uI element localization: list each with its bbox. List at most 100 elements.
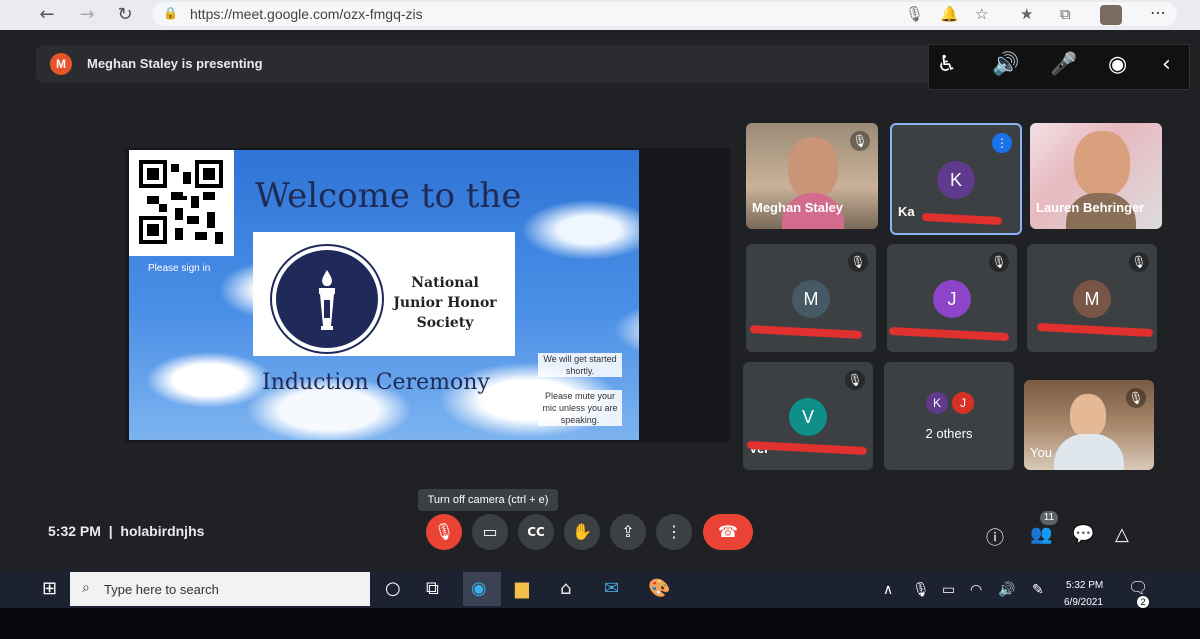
participant-name: Lauren Behringer <box>1036 200 1145 215</box>
qr-code-icon <box>139 160 223 244</box>
raise-hand-button[interactable]: ✋ <box>564 514 600 550</box>
participant-avatar: J <box>952 392 974 414</box>
paint-icon[interactable]: 🎨 <box>648 578 670 599</box>
participant-name: Ka <box>898 204 915 219</box>
pen-icon[interactable]: ✎ <box>1032 582 1044 598</box>
meeting-details-icon[interactable]: ⓘ <box>986 524 1004 550</box>
participant-tile[interactable]: V 🎙 Ver <box>743 362 873 470</box>
mic-icon[interactable]: 🎙 <box>905 5 924 23</box>
participant-tile[interactable]: Lauren Behringer <box>1030 123 1162 229</box>
audio-description-icon[interactable]: ♿ <box>937 52 957 77</box>
store-icon[interactable]: ⌂ <box>560 578 571 599</box>
reload-icon[interactable]: ↻ <box>114 4 136 26</box>
mic-toggle-button[interactable]: 🎙 <box>426 514 462 550</box>
search-icon: ⌕ <box>82 580 90 596</box>
chat-icon[interactable]: 💬 <box>1072 524 1094 545</box>
others-tile[interactable]: K J 2 others <box>884 362 1014 470</box>
file-explorer-icon[interactable]: ▆ <box>515 578 529 599</box>
mic-off-icon: 🎙 <box>1129 252 1149 272</box>
present-now-button[interactable]: ⇪ <box>610 514 646 550</box>
windows-start-icon[interactable]: ⊞ <box>42 578 57 599</box>
presenter-avatar: M <box>50 53 72 75</box>
search-placeholder[interactable]: Type here to search <box>104 582 219 597</box>
participant-name: Meghan Staley <box>752 200 844 215</box>
cortana-icon[interactable]: ○ <box>385 578 401 599</box>
participant-tile[interactable]: J 🎙 <box>887 244 1017 352</box>
show-hidden-icons[interactable]: ∧ <box>883 582 893 598</box>
self-view-tile[interactable]: 🎙 You <box>1024 380 1154 470</box>
start-note: We will get started shortly. <box>538 353 622 377</box>
participant-video <box>788 137 838 199</box>
mic-off-icon: 🎙 <box>850 131 870 151</box>
wifi-icon[interactable]: ◠ <box>970 582 982 598</box>
collapse-chevron-icon[interactable]: ‹ <box>1162 52 1171 77</box>
participant-avatar: M <box>792 280 830 318</box>
broadcast-icon[interactable]: ◉ <box>1108 52 1127 77</box>
meeting-code: holabirdnjhs <box>120 523 205 539</box>
sign-in-label: Please sign in <box>148 263 211 274</box>
profile-avatar[interactable] <box>1100 5 1122 25</box>
url-text[interactable]: https://meet.google.com/ozx-fmgq-zis <box>190 6 423 22</box>
participant-video <box>1074 131 1130 197</box>
notification-blocked-icon[interactable]: 🔔 <box>940 5 959 23</box>
back-icon[interactable]: ← <box>36 4 58 26</box>
leave-call-button[interactable]: ☎ <box>703 514 753 550</box>
meeting-time: 5:32 PM <box>48 523 101 539</box>
taskbar-clock-date[interactable]: 6/9/2021 <box>1064 597 1103 608</box>
participants-icon[interactable]: 👥 <box>1030 524 1052 545</box>
slide-heading: Welcome to the <box>255 176 522 216</box>
participant-avatar: V <box>789 398 827 436</box>
mic-off-icon: 🎙 <box>1126 388 1146 408</box>
presenting-text: Meghan Staley is presenting <box>87 56 263 71</box>
volume-tray-icon[interactable]: 🔊 <box>998 582 1015 598</box>
activities-icon[interactable]: △ <box>1115 524 1129 545</box>
organization-name: National Junior Honor Society <box>393 275 497 331</box>
favorite-add-icon[interactable]: ☆ <box>975 5 988 23</box>
participant-avatar: J <box>933 280 971 318</box>
mic-off-icon: 🎙 <box>845 370 865 390</box>
mute-note: Please mute your mic unless you are spea… <box>538 390 622 426</box>
redaction-mark <box>1036 322 1154 338</box>
notifications-badge: 2 <box>1137 596 1149 608</box>
microphone-level-icon[interactable]: 🎤 <box>1050 52 1077 77</box>
participant-tile[interactable]: 🎙 Meghan Staley <box>746 123 878 229</box>
participant-avatar: K <box>937 161 975 199</box>
participant-avatar: K <box>926 392 948 414</box>
collections-icon[interactable]: ⧉ <box>1060 5 1071 23</box>
taskbar-clock-time[interactable]: 5:32 PM <box>1066 580 1103 591</box>
meeting-time-code: 5:32 PM | holabirdnjhs <box>48 523 205 539</box>
participant-avatar: M <box>1073 280 1111 318</box>
participant-tile-active-speaker[interactable]: K ⋮ Ka <box>890 123 1022 235</box>
edge-browser-icon[interactable]: ◉ <box>471 578 487 599</box>
mail-icon[interactable]: ✉ <box>604 578 619 599</box>
speaking-indicator-icon: ⋮ <box>992 133 1012 153</box>
monitor-bezel <box>0 608 1200 639</box>
redaction-mark <box>888 326 1010 342</box>
mic-off-icon: 🎙 <box>848 252 868 272</box>
microphone-tray-icon[interactable]: 🎙 <box>912 582 930 598</box>
slide-subheading: Induction Ceremony <box>262 370 490 395</box>
more-icon[interactable]: ⋯ <box>1150 3 1166 22</box>
volume-icon[interactable]: 🔊 <box>992 52 1019 77</box>
favorites-icon[interactable]: ★ <box>1020 5 1033 23</box>
task-view-icon[interactable]: ⧉ <box>426 578 439 599</box>
battery-icon[interactable]: ▭ <box>942 582 955 598</box>
forward-icon[interactable]: → <box>76 4 98 26</box>
others-count-label: 2 others <box>925 426 973 441</box>
participant-tile[interactable]: M 🎙 <box>746 244 876 352</box>
redaction-mark <box>921 212 1003 226</box>
camera-toggle-button[interactable]: ▭ <box>472 514 508 550</box>
participant-tile[interactable]: M 🎙 <box>1027 244 1157 352</box>
mic-off-icon: 🎙 <box>989 252 1009 272</box>
self-video-body <box>1054 434 1124 470</box>
lock-icon: 🔒 <box>163 6 178 20</box>
self-name: You <box>1030 445 1052 460</box>
self-video <box>1070 394 1106 438</box>
redaction-mark <box>749 325 863 339</box>
more-options-button[interactable]: ⋮ <box>656 514 692 550</box>
notifications-icon[interactable]: 🗨 <box>1128 578 1148 597</box>
camera-tooltip: Turn off camera (ctrl + e) <box>418 489 558 511</box>
captions-button[interactable]: CC <box>518 514 554 550</box>
participants-count-badge: 11 <box>1040 511 1058 525</box>
njhs-seal-logo <box>272 246 382 352</box>
